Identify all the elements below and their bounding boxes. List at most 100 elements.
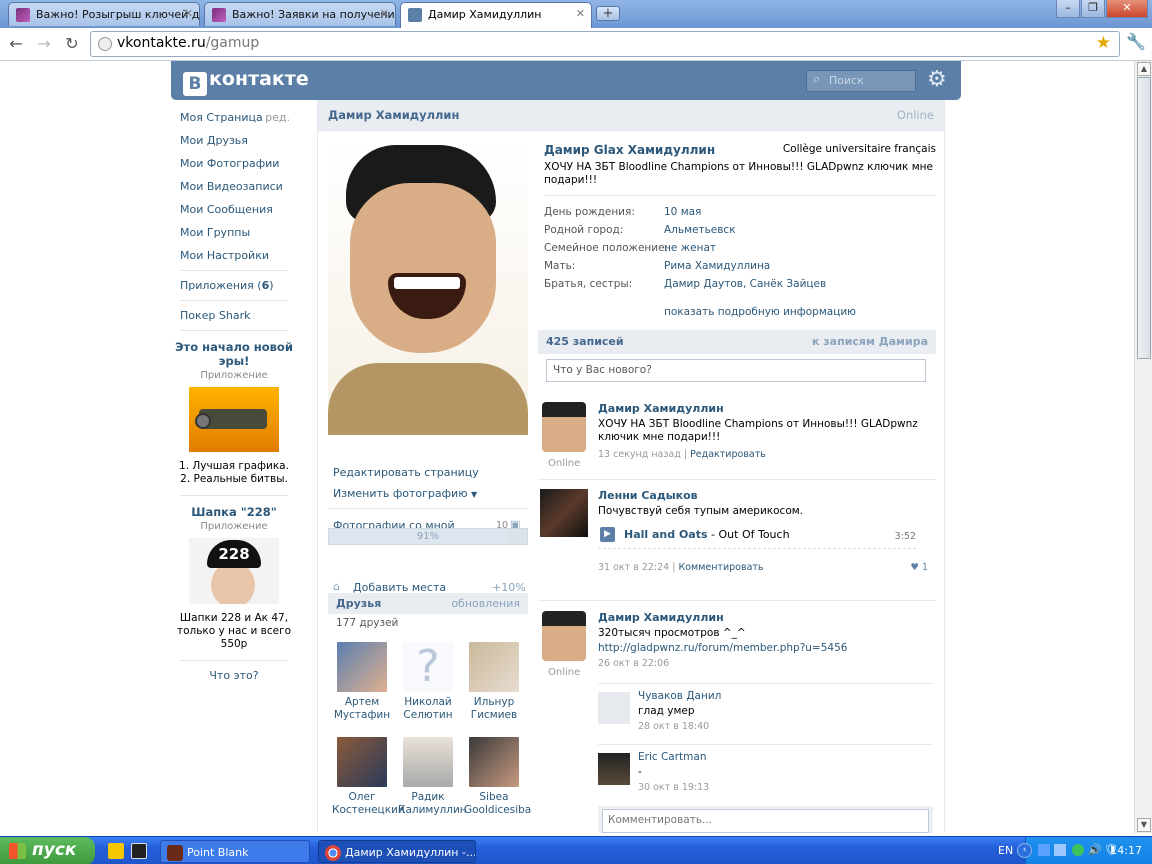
task-point-blank[interactable]: Point Blank: [160, 840, 310, 863]
friends-header[interactable]: Друзья обновления: [328, 593, 528, 614]
edit-link[interactable]: ред.: [265, 111, 290, 124]
ad-block-2[interactable]: Шапка "228" Приложение 228 Шапки 228 и А…: [175, 499, 293, 657]
post-time[interactable]: 31 окт в 22:24: [598, 562, 669, 573]
maximize-button[interactable]: ❐: [1081, 0, 1105, 18]
task-chrome[interactable]: Дамир Хамидуллин -...: [318, 840, 476, 863]
language-indicator[interactable]: EN: [998, 844, 1013, 857]
ad-title[interactable]: Шапка "228": [175, 505, 293, 519]
wall-post: Ленни Садыков Почувствуй себя тупым амер…: [538, 489, 936, 589]
post-link[interactable]: http://gladpwnz.ru/forum/member.php?u=54…: [598, 642, 928, 654]
close-tab-icon[interactable]: ✕: [380, 7, 389, 20]
profile-status[interactable]: ХОЧУ НА ЗБТ Bloodline Champions от Иннов…: [544, 161, 936, 196]
wall-count[interactable]: 425 записей: [546, 335, 624, 348]
comment-time[interactable]: 30 окт в 19:13: [638, 782, 709, 793]
bookmark-star-icon[interactable]: ★: [1096, 33, 1111, 53]
friend-item[interactable]: Олег Костенецкий: [332, 737, 405, 817]
friend-item[interactable]: Радик Калимуллин: [398, 737, 467, 817]
audio-track[interactable]: ▶ Hall and Oats - Out Of Touch 3:52: [598, 527, 916, 549]
avatar[interactable]: [598, 753, 630, 785]
edit-page-link[interactable]: Редактировать страницу: [333, 466, 479, 479]
volume-icon[interactable]: 🔊: [1088, 843, 1102, 856]
friends-updates-link[interactable]: обновления: [451, 597, 520, 610]
menu-my-photos[interactable]: Мои Фотографии: [175, 152, 293, 175]
new-tab-button[interactable]: +: [596, 6, 620, 21]
comment-input[interactable]: Комментировать...: [602, 809, 929, 833]
avatar[interactable]: [540, 489, 588, 537]
school-link[interactable]: Collège universitaire français: [783, 143, 936, 155]
show-more-info-link[interactable]: показать подробную информацию: [664, 306, 856, 318]
clock[interactable]: 14:17: [1110, 844, 1142, 857]
network-icon[interactable]: [1038, 844, 1050, 856]
minimize-button[interactable]: –: [1056, 0, 1080, 18]
scroll-thumb[interactable]: [1137, 77, 1151, 359]
play-icon[interactable]: ▶: [600, 527, 615, 542]
browser-tab-2[interactable]: Важно! Заявки на получение… ✕: [204, 2, 396, 26]
menu-apps[interactable]: Приложения (6): [175, 274, 293, 297]
divider: [180, 300, 288, 301]
tray-expand-icon[interactable]: ‹: [1017, 843, 1032, 858]
new-post-input[interactable]: Что у Вас нового?: [546, 359, 926, 382]
post-time[interactable]: 26 окт в 22:06: [598, 658, 928, 669]
avatar[interactable]: [403, 737, 453, 787]
post-author[interactable]: Дамир Хамидуллин: [598, 402, 928, 415]
wrench-icon[interactable]: 🔧: [1126, 32, 1146, 51]
ad-block-1[interactable]: Это начало новой эры! Приложение 1. Лучш…: [175, 334, 293, 492]
profile-photo[interactable]: [328, 143, 528, 435]
ad-title[interactable]: Это начало новой эры!: [175, 340, 293, 368]
minigun-image[interactable]: [189, 387, 279, 452]
like-button[interactable]: ♥ 1: [910, 562, 928, 573]
avatar[interactable]: [542, 611, 586, 661]
page-scrollbar[interactable]: ▲ ▼: [1134, 61, 1152, 833]
avatar[interactable]: ?: [403, 642, 453, 692]
change-photo-link[interactable]: Изменить фотографию ▼: [333, 487, 477, 500]
friend-item[interactable]: Sibea Gooldicesiba: [464, 737, 531, 817]
address-bar[interactable]: vkontakte.ru/gamup ★: [90, 31, 1120, 57]
menu-my-messages[interactable]: Мои Сообщения: [175, 198, 293, 221]
vk-logo[interactable]: Вконтакте: [183, 68, 309, 96]
tray-app-icon[interactable]: [1072, 844, 1084, 856]
post-author[interactable]: Ленни Садыков: [598, 489, 928, 502]
avatar[interactable]: [469, 737, 519, 787]
friend-item[interactable]: Артем Мустафин: [332, 642, 392, 722]
close-tab-icon[interactable]: ✕: [184, 7, 193, 20]
network-icon[interactable]: [1054, 844, 1066, 856]
scroll-down-icon[interactable]: ▼: [1137, 818, 1151, 832]
avatar[interactable]: [542, 402, 586, 452]
edit-post-link[interactable]: Редактировать: [690, 449, 766, 460]
post-time[interactable]: 13 секунд назад: [598, 449, 681, 460]
friend-item[interactable]: Ильнур Гисмиев: [464, 642, 524, 722]
avatar[interactable]: [469, 642, 519, 692]
scroll-up-icon[interactable]: ▲: [1137, 62, 1151, 76]
hat-girl-image[interactable]: 228: [189, 538, 279, 604]
forward-icon[interactable]: →: [34, 34, 54, 53]
gear-icon[interactable]: ⚙: [927, 67, 947, 92]
post-author[interactable]: Дамир Хамидуллин: [598, 611, 928, 624]
menu-my-page[interactable]: Моя Страница ред.: [175, 106, 293, 129]
menu-my-friends[interactable]: Мои Друзья: [175, 129, 293, 152]
friend-item[interactable]: ? Николай Селютин: [398, 642, 458, 722]
reload-icon[interactable]: ↻: [62, 34, 82, 53]
menu-my-videos[interactable]: Мои Видеозаписи: [175, 175, 293, 198]
avatar[interactable]: [598, 692, 630, 724]
browser-tab-1[interactable]: Важно! Розыгрыш ключей д… ✕: [8, 2, 200, 26]
quick-launch-icon[interactable]: [108, 843, 124, 859]
comment-author[interactable]: Eric Cartman: [638, 751, 707, 763]
menu-my-groups[interactable]: Мои Группы: [175, 221, 293, 244]
avatar[interactable]: [337, 737, 387, 787]
show-desktop-icon[interactable]: [131, 843, 147, 859]
comment-author[interactable]: Чуваков Данил: [638, 690, 721, 702]
to-posts-link[interactable]: к записям Дамира: [812, 335, 928, 348]
search-input[interactable]: Поиск: [806, 70, 916, 92]
browser-tab-3[interactable]: Дамир Хамидуллин ✕: [400, 2, 592, 28]
profile-progress-bar[interactable]: 91%: [328, 528, 528, 545]
what-is-it-link[interactable]: Что это?: [175, 664, 293, 687]
back-icon[interactable]: ←: [6, 34, 26, 53]
close-window-button[interactable]: ✕: [1106, 0, 1148, 18]
start-button[interactable]: пуск: [0, 837, 95, 864]
comment-time[interactable]: 28 окт в 18:40: [638, 721, 709, 732]
comment-link[interactable]: Комментировать: [678, 562, 763, 573]
menu-my-settings[interactable]: Мои Настройки: [175, 244, 293, 267]
close-tab-icon[interactable]: ✕: [576, 7, 585, 20]
avatar[interactable]: [337, 642, 387, 692]
menu-poker-shark[interactable]: Покер Shark: [175, 304, 293, 327]
